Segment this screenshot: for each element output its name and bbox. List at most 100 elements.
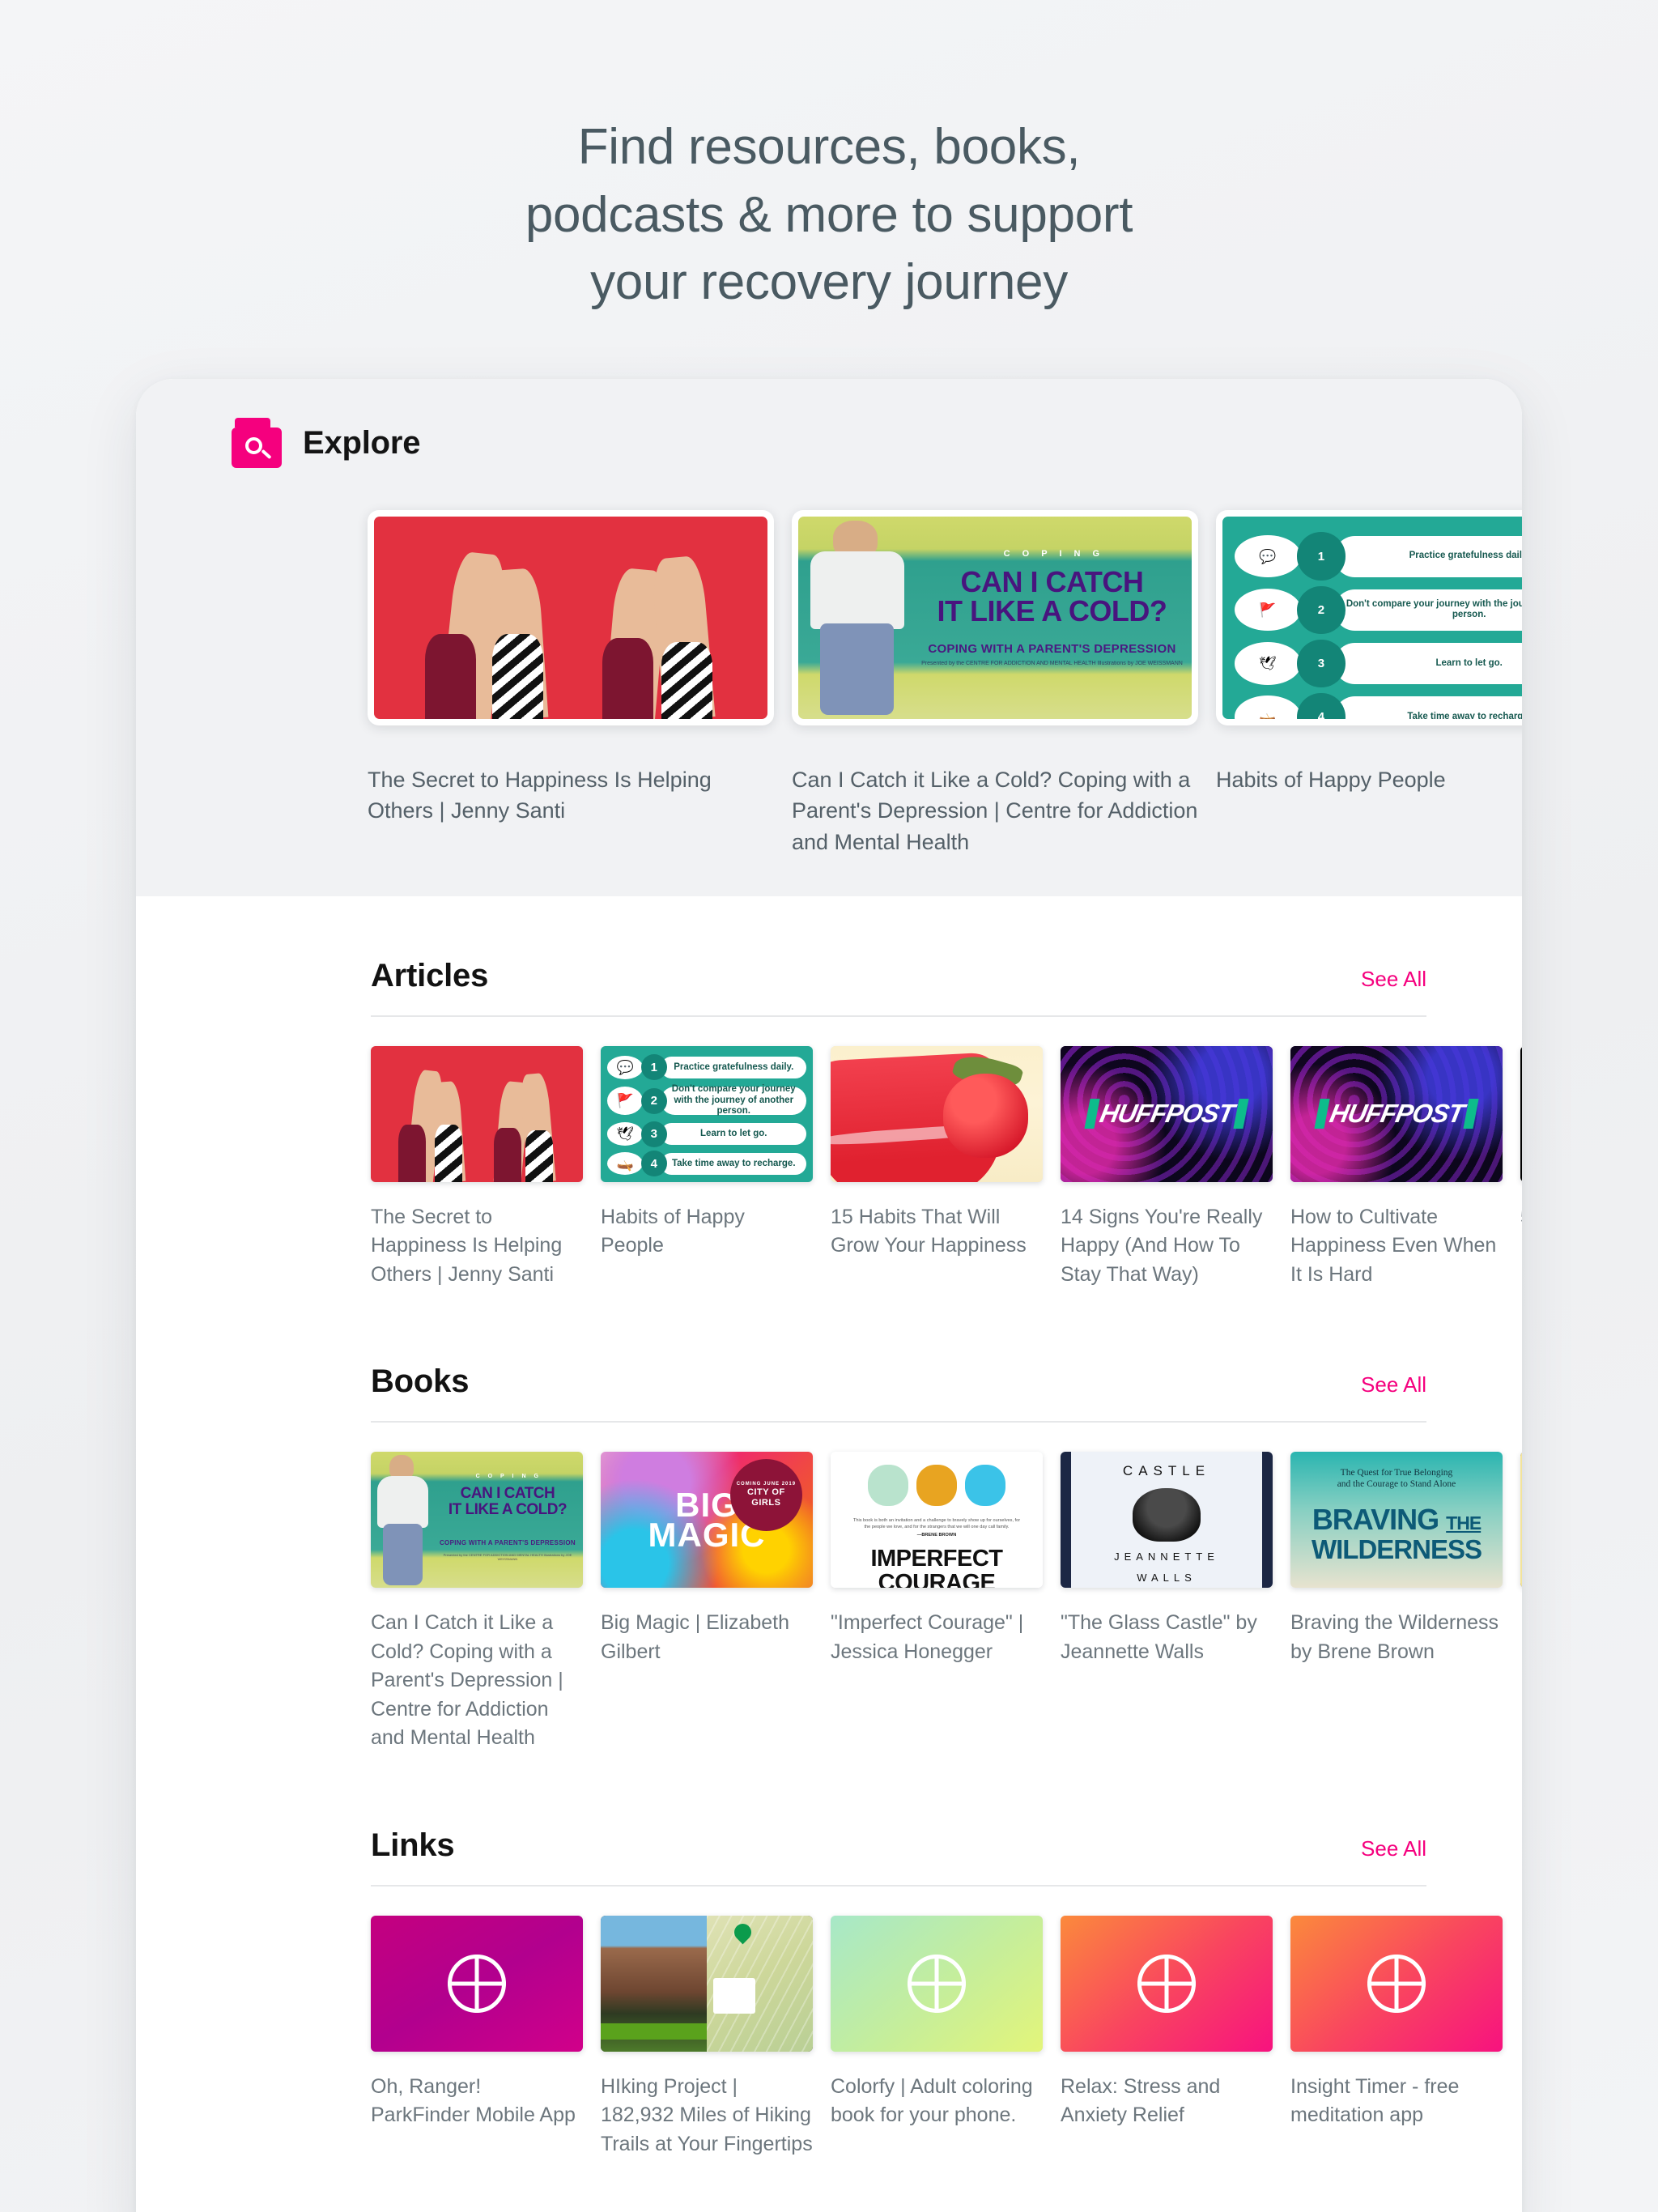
- globe-icon: [448, 1954, 506, 2013]
- explore-title: Explore: [303, 424, 421, 461]
- book-caption: "The Glass Castle" by Jeannette Walls: [1061, 1611, 1257, 1663]
- featured-caption: Habits of Happy People: [1216, 768, 1446, 792]
- book-tile[interactable]: This book is both an invitation and a ch…: [831, 1452, 1043, 1666]
- cover-title-line-1: CAN I CATCH: [460, 1485, 555, 1503]
- book-tile[interactable]: CASTLE JEANNETTE WALLS "The Glass Castle…: [1061, 1452, 1273, 1666]
- hero-heading: Find resources, books, podcasts & more t…: [0, 0, 1658, 317]
- thank-you-bubble-icon: 💬: [1259, 548, 1277, 564]
- article-tile[interactable]: HUFFPOST 14 Signs You're Really Happy (A…: [1061, 1045, 1273, 1290]
- featured-caption: Can I Catch it Like a Cold? Coping with …: [792, 768, 1198, 854]
- featured-card[interactable]: C O P I N G CAN I CATCH IT LIKE A COLD? …: [792, 510, 1198, 857]
- section-title: Links: [371, 1827, 455, 1863]
- cover-credit: Presented by the CENTRE FOR ADDICTION AN…: [443, 1552, 572, 1561]
- chalk-imagination-photo: [1520, 1045, 1522, 1182]
- link-tile[interactable]: Oh, Ranger! ParkFinder Mobile App: [371, 1915, 583, 2130]
- books-header: Books See All: [136, 1363, 1522, 1400]
- book-tile[interactable]: The Quest for True Belonging and the Cou…: [1290, 1452, 1503, 1666]
- boat-icon: 🛶: [1259, 709, 1277, 719]
- map-pin-icon: [730, 1920, 755, 1945]
- article-tile[interactable]: HUFFPOST How to Cultivate Happiness Even…: [1290, 1045, 1503, 1290]
- links-see-all-link[interactable]: See All: [1361, 1836, 1426, 1861]
- featured-card[interactable]: The Secret to Happiness Is Helping Other…: [368, 510, 774, 857]
- book-caption: Big Magic | Elizabeth Gilbert: [601, 1611, 789, 1663]
- cover-title-line-1: CAN I CATCH: [960, 564, 1144, 598]
- book-caption: Braving the Wilderness by Brene Brown: [1290, 1611, 1499, 1663]
- book-title-the: THE: [1446, 1512, 1482, 1534]
- article-tile[interactable]: 💬 1 Practice gratefulness daily. 🚩 2 Don't c…: [601, 1045, 813, 1261]
- link-thumb: [1061, 1915, 1273, 2052]
- bird-icon: 🕊: [1258, 655, 1277, 671]
- explore-header: Explore: [136, 418, 1522, 468]
- red-feet-photo: [374, 517, 767, 719]
- article-tile[interactable]: 15 Habits That Will Grow Your Happiness: [831, 1045, 1043, 1261]
- book-title-line-2: WILDERNESS: [1311, 1534, 1482, 1565]
- books-carousel[interactable]: C O P I N G CAN I CATCH IT LIKE A COLD? …: [136, 1452, 1522, 1753]
- featured-thumb-frame[interactable]: [368, 510, 774, 725]
- book-blurb: This book is both an invitation and a ch…: [852, 1518, 1021, 1529]
- habit-text: Take time away to recharge.: [661, 1152, 807, 1176]
- podcasts-section: Podcasts See All: [136, 2159, 1522, 2212]
- link-tile[interactable]: Colorfy | Adult coloring book for your p…: [831, 1915, 1043, 2130]
- between-breaths-cover: BETWEEN BREATHS: [1520, 1452, 1522, 1589]
- badge-line-2: GIRLS: [751, 1497, 781, 1508]
- books-section: Books See All C O P I N G CAN I CATCH IT…: [136, 1289, 1522, 1753]
- link-tile[interactable]: Relax: Stress and Anxiety Relief: [1061, 1915, 1273, 2130]
- habit-text: Don't compare your journey with the jour…: [1333, 589, 1522, 631]
- section-title: Articles: [371, 957, 489, 993]
- link-thumb: [831, 1915, 1043, 2052]
- link-caption: Insight Timer - free meditation app: [1290, 2074, 1460, 2127]
- link-tile[interactable]: HIking Project | 182,932 Miles of Hiking…: [601, 1915, 813, 2159]
- badge-tiny-text: COMING JUNE 2019: [736, 1482, 797, 1487]
- book-title: CASTLE: [1122, 1462, 1211, 1478]
- book-tile[interactable]: C O P I N G CAN I CATCH IT LIKE A COLD? …: [371, 1452, 583, 1753]
- habit-text: Don't compare your journey with the jour…: [661, 1084, 807, 1116]
- featured-thumb-frame[interactable]: C O P I N G CAN I CATCH IT LIKE A COLD? …: [792, 510, 1198, 725]
- can-i-catch-cold-cover: C O P I N G CAN I CATCH IT LIKE A COLD? …: [371, 1452, 583, 1589]
- habit-text: Practice gratefulness daily.: [1333, 535, 1522, 577]
- featured-thumb-frame[interactable]: 💬 1 Practice gratefulness daily. 🚩 2 Don't c…: [1216, 510, 1522, 725]
- book-tile[interactable]: BIG MAGIC COMING JUNE 2019 CITY OF GIRLS…: [601, 1452, 813, 1666]
- habits-infographic: 💬 1 Practice gratefulness daily. 🚩 2 Don't c…: [1222, 517, 1522, 719]
- books-see-all-link[interactable]: See All: [1361, 1372, 1426, 1397]
- folder-search-icon: [232, 418, 282, 468]
- book-title-line-1: IMPERFECT: [870, 1545, 1003, 1572]
- big-magic-cover: BIG MAGIC COMING JUNE 2019 CITY OF GIRLS: [601, 1452, 813, 1589]
- article-tile[interactable]: The Secret to Happiness Is Helping Other…: [371, 1045, 583, 1290]
- thank-you-bubble-icon: 💬: [616, 1059, 634, 1075]
- hiker-flag-icon: 🚩: [616, 1093, 634, 1108]
- featured-card[interactable]: 💬 1 Practice gratefulness daily. 🚩 2 Don't c…: [1216, 510, 1522, 857]
- cover-credit: Presented by the CENTRE FOR ADDICTION AN…: [921, 660, 1183, 666]
- book-tile[interactable]: BETWEEN BREATHS Elizabeth Vargas - Betwe…: [1520, 1452, 1522, 1666]
- book-title-line-2: COURAGE: [878, 1570, 996, 1589]
- book-caption: Can I Catch it Like a Cold? Coping with …: [371, 1611, 563, 1750]
- habit-number: 4: [640, 1151, 667, 1177]
- article-caption: Habits of Happy People: [601, 1205, 745, 1257]
- article-tile[interactable]: 5 Reasons Imagina Is More Important Real…: [1520, 1045, 1522, 1261]
- article-caption: 15 Habits That Will Grow Your Happiness: [831, 1205, 1027, 1257]
- globe-icon: [1137, 1954, 1196, 2013]
- link-caption: Relax: Stress and Anxiety Relief: [1061, 2074, 1221, 2127]
- page-title-line-2: podcasts & more to support: [525, 186, 1133, 243]
- divider: [371, 1015, 1426, 1017]
- huffpost-logo: HUFFPOST: [1061, 1045, 1273, 1182]
- links-carousel[interactable]: Oh, Ranger! ParkFinder Mobile App HIking…: [136, 1915, 1522, 2159]
- strawberry-drink-photo: [831, 1045, 1043, 1182]
- articles-see-all-link[interactable]: See All: [1361, 967, 1426, 992]
- page-title-line-1: Find resources, books,: [577, 119, 1081, 175]
- link-thumb: [1290, 1915, 1503, 2052]
- link-thumb: [371, 1915, 583, 2052]
- articles-carousel[interactable]: The Secret to Happiness Is Helping Other…: [136, 1045, 1522, 1290]
- book-subtitle-line-1: The Quest for True Belonging: [1340, 1467, 1453, 1478]
- book-subtitle-line-2: and the Courage to Stand Alone: [1337, 1479, 1456, 1490]
- cover-title-line-2: IT LIKE A COLD?: [448, 1500, 568, 1518]
- link-tile[interactable]: Insight Timer - free meditation app: [1290, 1915, 1503, 2130]
- globe-icon: [908, 1954, 966, 2013]
- featured-carousel[interactable]: The Secret to Happiness Is Helping Other…: [136, 510, 1522, 857]
- cover-subtitle: COPING WITH A PARENT'S DEPRESSION: [439, 1539, 576, 1546]
- book-author-line-2: WALLS: [1137, 1572, 1197, 1585]
- page-title-line-3: your recovery journey: [590, 254, 1068, 311]
- links-header: Links See All: [136, 1827, 1522, 1864]
- app-card: Explore The Secret to Happiness Is Helpi…: [136, 379, 1522, 2212]
- habit-number: 2: [1297, 585, 1346, 634]
- cover-kicker: C O P I N G: [475, 1474, 542, 1480]
